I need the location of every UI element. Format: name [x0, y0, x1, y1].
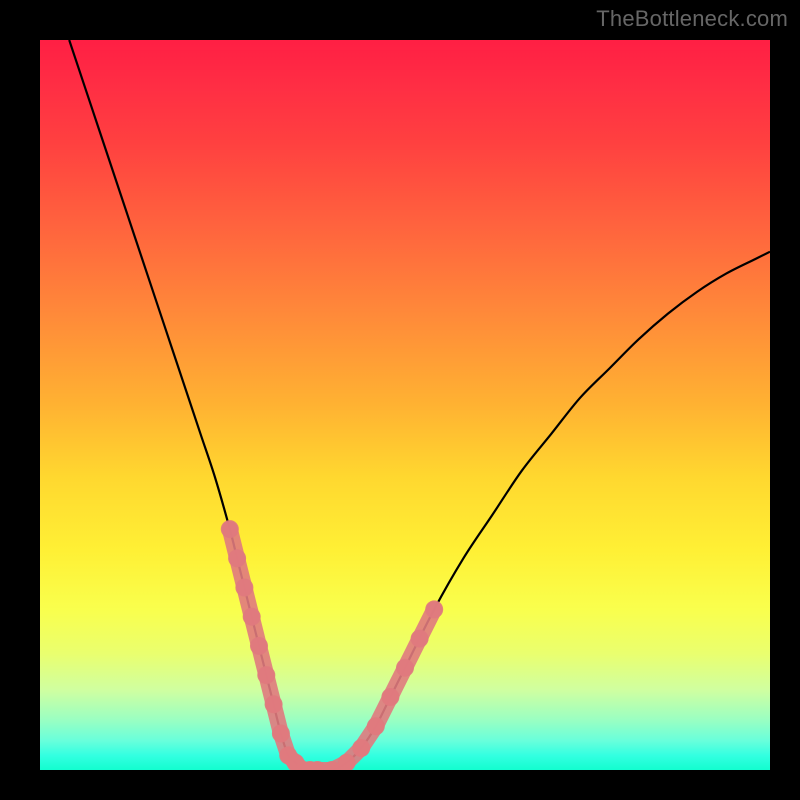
marker-point — [411, 630, 429, 648]
marker-point — [352, 739, 370, 757]
marker-point — [396, 659, 414, 677]
marker-point — [381, 688, 399, 706]
marker-point — [257, 666, 275, 684]
marker-point — [425, 600, 443, 618]
curve-svg — [40, 40, 770, 770]
marker-point — [221, 520, 239, 538]
marker-point — [250, 637, 268, 655]
marker-point — [228, 549, 246, 567]
highlighted-points — [221, 520, 443, 770]
chart-container: TheBottleneck.com — [0, 0, 800, 800]
marker-point — [367, 717, 385, 735]
watermark-text: TheBottleneck.com — [596, 6, 788, 32]
plot-area — [40, 40, 770, 770]
marker-point — [235, 579, 253, 597]
bottleneck-curve — [69, 40, 770, 770]
marker-point — [243, 608, 261, 626]
marker-point — [272, 725, 290, 743]
marker-point — [265, 695, 283, 713]
